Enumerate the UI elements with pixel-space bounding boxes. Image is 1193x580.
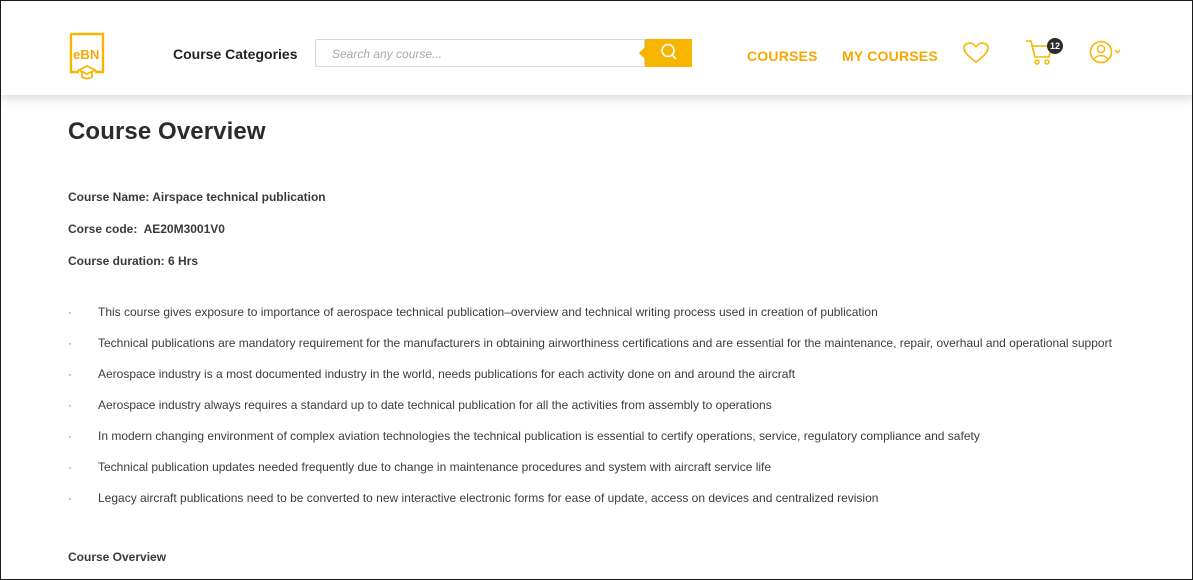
user-icon xyxy=(1089,40,1121,64)
search-icon xyxy=(661,43,677,60)
top-navbar: eBN Course Categories COURSES MY COURSES xyxy=(1,1,1192,95)
heart-icon xyxy=(963,42,989,63)
bullet-marker: · xyxy=(68,336,72,350)
course-duration: Course duration: 6 Hrs xyxy=(68,254,199,268)
course-code: Corse code: AE20M3001V0 xyxy=(68,222,225,236)
list-item: · In modern changing environment of compl… xyxy=(68,426,1158,446)
logo-text: eBN xyxy=(73,47,100,62)
chevron-down-icon xyxy=(1114,49,1121,54)
bullet-marker: · xyxy=(68,491,72,505)
page-title: Course Overview xyxy=(68,118,266,145)
list-item: · Legacy aircraft publications need to be… xyxy=(68,488,1158,508)
cart-count-badge: 12 xyxy=(1047,38,1063,54)
search-input[interactable] xyxy=(316,40,636,66)
bullet-marker: · xyxy=(68,398,72,412)
list-item: · Technical publication updates needed fr… xyxy=(68,457,1158,477)
section-heading: Course Overview xyxy=(68,550,167,564)
list-item: · Aerospace industry is a most documented… xyxy=(68,364,1158,384)
user-menu-button[interactable] xyxy=(1089,39,1123,72)
list-item-text: In modern changing environment of comple… xyxy=(98,429,980,443)
list-item: · This course gives exposure to importanc… xyxy=(68,302,1158,322)
list-item-text: Aerospace industry is a most documented … xyxy=(98,367,796,381)
bullet-marker: · xyxy=(68,367,72,381)
bullet-marker: · xyxy=(68,429,72,443)
list-item-text: Aerospace industry always requires a sta… xyxy=(98,398,772,412)
bullet-marker: · xyxy=(68,305,72,319)
ebn-logo[interactable]: eBN xyxy=(69,32,105,82)
search-box xyxy=(315,39,645,67)
course-name: Course Name: Airspace technical publicat… xyxy=(68,190,326,204)
page-frame: eBN Course Categories COURSES MY COURSES xyxy=(0,0,1193,580)
list-item-text: Technical publications are mandatory req… xyxy=(98,336,1112,350)
nav-my-courses-link[interactable]: MY COURSES xyxy=(842,48,938,64)
search-button[interactable] xyxy=(639,39,692,67)
list-item: · Technical publications are mandatory re… xyxy=(68,333,1158,353)
wishlist-button[interactable] xyxy=(962,41,990,70)
list-item-text: Technical publication updates needed fre… xyxy=(98,460,772,474)
course-highlights-list: · This course gives exposure to importanc… xyxy=(68,302,1158,519)
nav-courses-link[interactable]: COURSES xyxy=(747,48,818,64)
list-item: · Aerospace industry always requires a st… xyxy=(68,395,1158,415)
list-item-text: Legacy aircraft publications need to be … xyxy=(98,491,879,505)
list-item-text: This course gives exposure to importance… xyxy=(98,305,878,319)
bullet-marker: · xyxy=(68,460,72,474)
course-overview-content: Course Overview Course Name: Airspace te… xyxy=(1,95,1192,579)
course-categories-menu[interactable]: Course Categories xyxy=(173,46,297,62)
